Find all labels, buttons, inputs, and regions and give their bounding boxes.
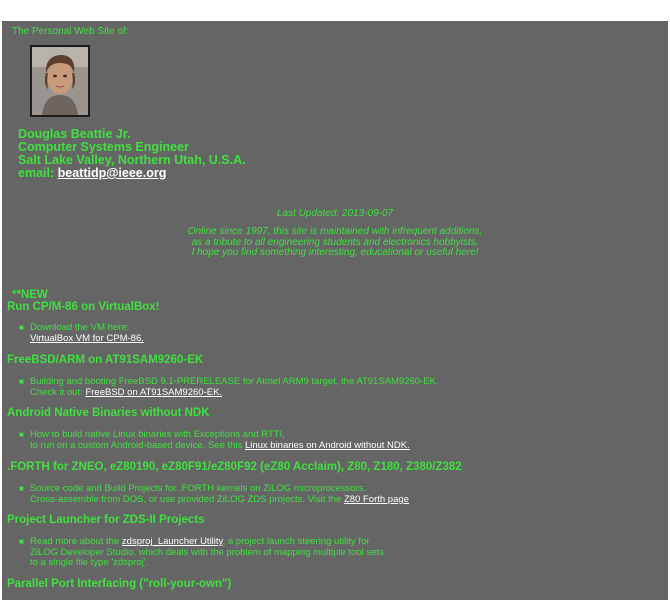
identity-block: Douglas Beattie Jr. Computer Systems Eng…	[18, 128, 246, 180]
section-text: to run on a custom Android-based device.…	[30, 439, 245, 451]
bullet-icon: ■	[19, 430, 24, 439]
link-linux-on-android[interactable]: Linux binaries on Android without NDK.	[245, 440, 410, 451]
section-body-cpm86: ■ Download the VM here: VirtualBox VM fo…	[19, 322, 619, 344]
link-z80-forth[interactable]: Z80 Forth page	[344, 494, 409, 505]
site-tagline: The Personal Web Site of:	[12, 26, 129, 37]
section-body-android-ndk: ■ How to build native Linux binaries wit…	[19, 429, 619, 451]
section-text: Read more about the	[30, 536, 122, 547]
email-line: email: beattidp@ieee.org	[18, 167, 246, 180]
email-link[interactable]: beattidp@ieee.org	[58, 166, 167, 180]
link-zdsproj-launcher[interactable]: zdsproj_Launcher Utility	[122, 536, 223, 547]
section-title-parallel-port: Parallel Port Interfacing ("roll-your-ow…	[7, 578, 232, 590]
bullet-icon: ■	[19, 484, 24, 493]
section-text: Cross-assemble from DOS, or use provided…	[30, 493, 344, 505]
section-body-freebsd-arm: ■ Building and booting FreeBSD 9.1-PRERE…	[19, 376, 619, 398]
bullet-icon: ■	[19, 323, 24, 332]
section-body-project-launcher: ■ Read more about the zdsproj_Launcher U…	[19, 536, 619, 569]
bullet-icon: ■	[19, 377, 24, 386]
intro-text: Online since 1997, this site is maintain…	[2, 226, 668, 259]
section-title-android-ndk: Android Native Binaries without NDK	[7, 407, 210, 419]
section-text: , a project launch steering utility for	[222, 536, 370, 547]
intro-line: Online since 1997, this site is maintain…	[187, 226, 483, 237]
link-virtualbox-vm[interactable]: VirtualBox VM for CPM-86.	[30, 333, 144, 344]
section-title-freebsd-arm: FreeBSD/ARM on AT91SAM9260-EK	[7, 354, 204, 366]
section-title-cpm86: Run CP/M-86 on VirtualBox!	[7, 301, 160, 313]
section-text: Check it out:	[30, 386, 86, 398]
bullet-icon: ■	[19, 537, 24, 546]
page-body: The Personal Web Site of: Douglas Beatti…	[2, 21, 668, 600]
new-flag: **NEW	[12, 289, 48, 301]
section-body-forth: ■ Source code and Build Projects for .FO…	[19, 483, 619, 505]
link-freebsd-at91sam9260[interactable]: FreeBSD on AT91SAM9260-EK.	[85, 387, 222, 398]
email-label: email:	[18, 166, 55, 180]
section-title-forth: .FORTH for ZNEO, eZ80190, eZ80F91/eZ80F9…	[7, 461, 462, 473]
intro-line: I hope you find something interesting, e…	[191, 247, 479, 258]
section-text: to a single file type 'zdsproj'.	[30, 557, 149, 569]
profile-photo	[30, 45, 90, 117]
section-title-project-launcher: Project Launcher for ZDS-II Projects	[7, 514, 205, 526]
last-updated: Last Updated: 2013-09-07	[276, 208, 394, 219]
